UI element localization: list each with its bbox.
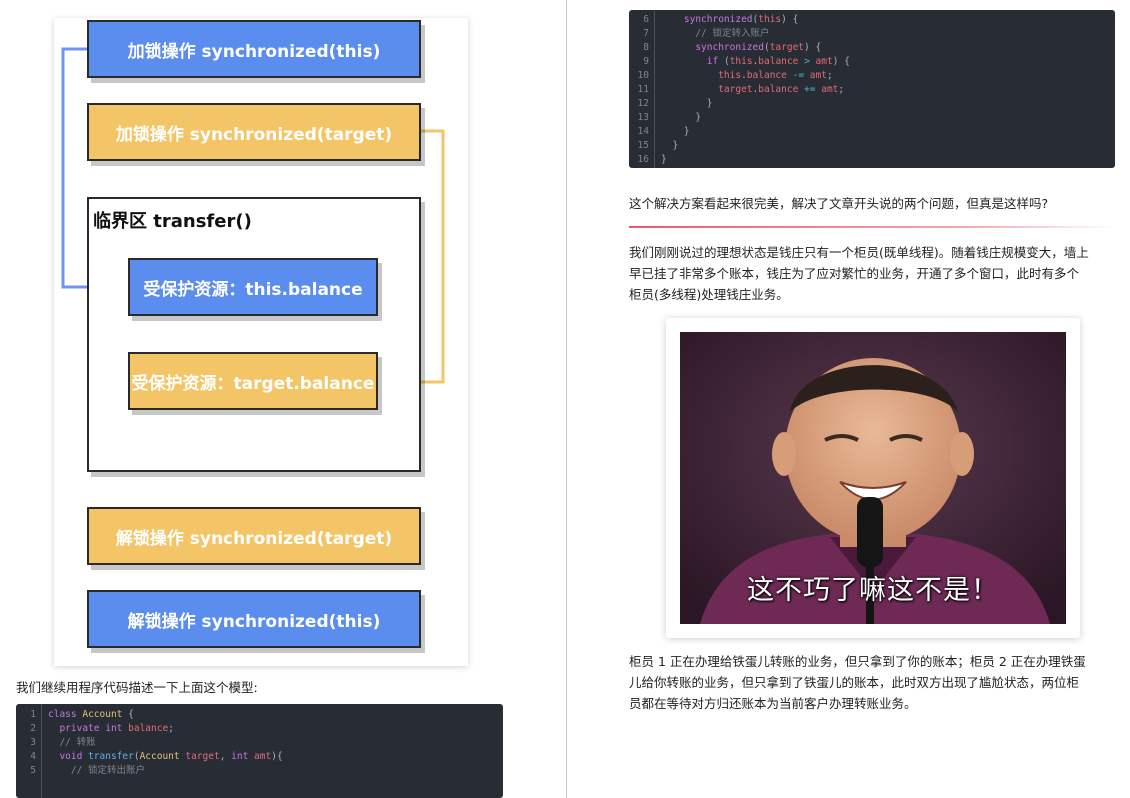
meme-caption: 这不巧了嘛这不是！ <box>747 575 999 606</box>
code-text: } <box>661 126 690 137</box>
code-text: } <box>661 140 679 151</box>
code-line: 7 // 锁定转入账户 <box>629 27 1115 41</box>
code-line: 13 } <box>629 111 1115 125</box>
code-line: 15 } <box>629 139 1115 153</box>
lock-diagram: 加锁操作 synchronized(this) 加锁操作 synchronize… <box>54 18 468 666</box>
line-number: 3 <box>30 737 36 748</box>
code-text: // 锁定转入账户 <box>661 28 770 39</box>
unlock-this-box: 解锁操作 synchronized(this) <box>87 590 421 648</box>
critical-section-title: 临界区 transfer() <box>93 211 252 232</box>
protected-target-box: 受保护资源：target.balance <box>128 352 378 410</box>
code-text: } <box>661 112 702 123</box>
para-deadlock: 柜员 1 正在办理给铁蛋儿转账的业务，但只拿到了你的账本；柜员 2 正在办理铁蛋… <box>629 651 1119 714</box>
code-lines-left: 1 class Account { 2 private int balance; … <box>16 708 503 778</box>
line-number: 5 <box>30 765 36 776</box>
para-line: 早已挂了非常多个账本，钱庄为了应对繁忙的业务，开通了多个窗口，此时有多个 <box>629 266 1080 281</box>
code-text: if (this.balance > amt) { <box>706 56 850 67</box>
code-text: // 转账 <box>48 737 96 748</box>
code-block-left: 1 class Account { 2 private int balance; … <box>16 704 503 798</box>
code-text: class Account { <box>48 709 134 720</box>
para-line: 员都在等待对方归还账本为当前客户办理转账业务。 <box>629 696 917 711</box>
lock-target-box: 加锁操作 synchronized(target) <box>87 103 421 161</box>
para-question: 这个解决方案看起来很完美，解决了文章开头说的两个问题，但真是这样吗? <box>629 196 1049 211</box>
code-text: synchronized(target) { <box>695 42 822 53</box>
line-number: 14 <box>637 126 649 137</box>
code-text: target.balance += amt; <box>718 84 845 95</box>
unlock-target-box: 解锁操作 synchronized(target) <box>87 507 421 565</box>
code-line: 5 // 锁定转出账户 <box>16 764 503 778</box>
section-divider <box>629 226 1116 228</box>
code-line: 3 // 转账 <box>16 736 503 750</box>
line-number: 13 <box>637 112 649 123</box>
line-number: 7 <box>643 28 649 39</box>
code-line: 12 } <box>629 97 1115 111</box>
code-line: 1 class Account { <box>16 708 503 722</box>
code-text: void transfer(Account target, int amt){ <box>59 751 283 762</box>
para-line: 柜员 1 正在办理给铁蛋儿转账的业务，但只拿到了你的账本；柜员 2 正在办理铁蛋 <box>629 654 1086 669</box>
line-number: 10 <box>637 70 649 81</box>
code-text: synchronized(this) { <box>683 14 799 25</box>
para-line: 我们刚刚说过的理想状态是钱庄只有一个柜员(既单线程)。随着钱庄规模变大，墙上 <box>629 245 1089 260</box>
code-line: 2 private int balance; <box>16 722 503 736</box>
code-line: 16} <box>629 153 1115 167</box>
para-line: 儿给你转账的业务，但只拿到了铁蛋儿的账本，此时双方出现了尴尬状态，两位柜 <box>629 675 1080 690</box>
meme-image: 这不巧了嘛这不是！ <box>680 332 1066 624</box>
para-tellers: 我们刚刚说过的理想状态是钱庄只有一个柜员(既单线程)。随着钱庄规模变大，墙上 早… <box>629 242 1119 305</box>
line-number: 12 <box>637 98 649 109</box>
code-block-right: 6 synchronized(this) { 7 // 锁定转入账户 8 syn… <box>629 10 1115 168</box>
para-line: 柜员(多线程)处理钱庄业务。 <box>629 287 789 302</box>
code-lines-right: 6 synchronized(this) { 7 // 锁定转入账户 8 syn… <box>629 13 1115 167</box>
protected-this-box: 受保护资源：this.balance <box>128 258 378 316</box>
code-line: 9 if (this.balance > amt) { <box>629 55 1115 69</box>
code-text: } <box>661 154 667 165</box>
code-text: this.balance -= amt; <box>718 70 833 81</box>
code-line: 11 target.balance += amt; <box>629 83 1115 97</box>
line-number: 11 <box>637 84 649 95</box>
line-number: 15 <box>637 140 649 151</box>
code-text: } <box>661 98 713 109</box>
line-number: 6 <box>643 14 649 25</box>
line-number: 2 <box>30 723 36 734</box>
critical-section: 临界区 transfer() <box>87 197 421 472</box>
code-text: // 锁定转出账户 <box>48 765 146 776</box>
code-text: private int balance; <box>59 723 174 734</box>
code-line: 8 synchronized(target) { <box>629 41 1115 55</box>
code-line: 6 synchronized(this) { <box>629 13 1115 27</box>
code-line: 4 void transfer(Account target, int amt)… <box>16 750 503 764</box>
code-line: 10 this.balance -= amt; <box>629 69 1115 83</box>
line-number: 9 <box>643 56 649 67</box>
line-number: 8 <box>643 42 649 53</box>
lock-this-box: 加锁操作 synchronized(this) <box>87 20 421 78</box>
line-number: 1 <box>30 709 36 720</box>
code-line: 14 } <box>629 125 1115 139</box>
line-number: 16 <box>637 154 649 165</box>
left-intro-text: 我们继续用程序代码描述一下上面这个模型: <box>16 680 258 695</box>
line-number: 4 <box>30 751 36 762</box>
